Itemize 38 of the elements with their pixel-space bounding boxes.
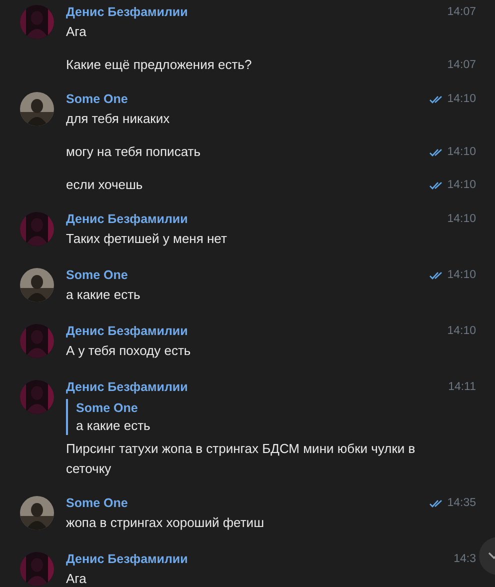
reply-quote[interactable]: Some One а какие есть — [66, 399, 476, 435]
author-name[interactable]: Some One — [66, 265, 128, 285]
message-text: могу на тебя пописать — [66, 143, 200, 161]
message-time: 14:35 — [447, 496, 476, 511]
message-text: Ага — [66, 570, 86, 587]
message-time: 14:07 — [447, 5, 476, 20]
message-time: 14:3 — [454, 552, 476, 567]
message-text: жопа в стрингах хороший фетиш — [66, 514, 264, 532]
message-time: 14:10 — [447, 145, 476, 160]
author-name[interactable]: Some One — [66, 89, 128, 109]
author-name[interactable]: Денис Безфамилии — [66, 321, 188, 341]
quoted-text: а какие есть — [76, 417, 152, 435]
double-check-icon — [429, 498, 444, 508]
message-text: для тебя никаких — [66, 110, 170, 128]
double-check-icon — [429, 180, 444, 190]
double-check-icon — [429, 148, 444, 156]
double-check-icon — [429, 270, 444, 280]
message-text: Ага — [66, 23, 86, 41]
message-time: 14:07 — [447, 58, 476, 73]
message-time: 14:11 — [448, 380, 476, 395]
quoted-author: Some One — [76, 400, 139, 417]
message-time: 14:10 — [447, 324, 476, 339]
author-name[interactable]: Денис Безфамилии — [66, 2, 188, 22]
message-text: а какие есть — [66, 286, 140, 304]
author-name[interactable]: Денис Безфамилии — [66, 377, 188, 397]
message-time: 14:10 — [447, 92, 476, 107]
double-check-icon — [429, 94, 444, 104]
author-name[interactable]: Some One — [66, 493, 128, 513]
message-text: Таких фетишей у меня нет — [66, 230, 227, 248]
message-text: если хочешь — [66, 176, 143, 194]
message-time: 14:10 — [447, 268, 476, 283]
author-name[interactable]: Денис Безфамилии — [66, 549, 188, 569]
message-time: 14:10 — [447, 178, 476, 193]
message-text: Какие ещё предложения есть? — [66, 56, 252, 74]
message-text: Пирсинг татухи жопа в стрингах БДСМ мини юбки чулки в сеточку — [66, 440, 416, 478]
message-text: А у тебя походу есть — [66, 342, 191, 360]
message-time: 14:10 — [447, 212, 476, 227]
author-name[interactable]: Денис Безфамилии — [66, 209, 188, 229]
